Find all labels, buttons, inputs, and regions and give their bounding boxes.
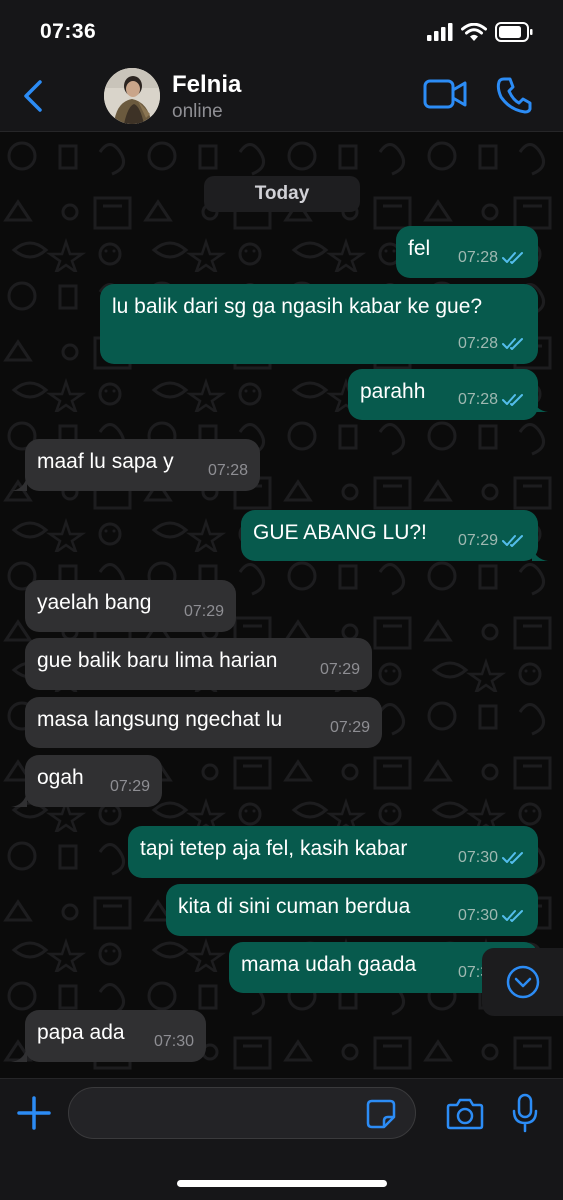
double-check-read-icon xyxy=(502,338,523,350)
scroll-to-bottom-button[interactable] xyxy=(482,948,563,1016)
message-time: 07:28 xyxy=(457,249,498,266)
message-bubble-incoming[interactable]: yaelah bang 07:29 xyxy=(25,580,236,632)
message-bubble-outgoing[interactable]: fel 07:28 xyxy=(396,226,538,278)
phone-icon[interactable] xyxy=(496,76,532,114)
message-text: ogah xyxy=(37,766,84,789)
message-meta: 07:28 xyxy=(208,458,248,484)
wifi-icon xyxy=(461,22,487,41)
message-meta: 07:30 xyxy=(154,1029,194,1055)
contact-status: online xyxy=(172,101,223,122)
message-text: GUE ABANG LU?! xyxy=(253,521,427,544)
message-bubble-incoming[interactable]: ogah 07:29 xyxy=(25,755,162,807)
message-bubble-incoming[interactable]: maaf lu sapa y 07:28 xyxy=(25,439,260,491)
message-bubble-outgoing[interactable]: lu balik dari sg ga ngasih kabar ke gue?… xyxy=(100,284,538,364)
message-time: 07:28 xyxy=(457,335,498,352)
bubble-tail xyxy=(11,475,27,491)
message-bubble-incoming[interactable]: gue balik baru lima harian 07:29 xyxy=(25,638,372,690)
message-text: lu balik dari sg ga ngasih kabar ke gue? xyxy=(112,295,483,318)
message-meta: 07:28 xyxy=(458,245,526,271)
double-check-read-icon xyxy=(502,535,523,547)
message-meta: 07:29 xyxy=(110,774,150,800)
bubble-tail xyxy=(532,396,548,412)
message-time: 07:29 xyxy=(319,661,360,678)
bubble-tail xyxy=(532,545,548,561)
message-meta: 07:29 xyxy=(458,528,526,554)
home-indicator xyxy=(177,1180,387,1187)
battery-icon xyxy=(495,22,533,42)
message-text: tapi tetep aja fel, kasih kabar xyxy=(140,837,408,860)
contact-avatar[interactable] xyxy=(104,68,160,124)
signal-icon xyxy=(427,23,453,41)
message-time: 07:29 xyxy=(183,603,224,620)
bubble-tail xyxy=(11,791,27,807)
contact-name[interactable]: Felnia xyxy=(172,71,241,99)
message-bubble-incoming[interactable]: masa langsung ngechat lu 07:29 xyxy=(25,697,382,748)
sticker-icon[interactable] xyxy=(366,1099,396,1129)
message-text: masa langsung ngechat lu xyxy=(37,708,283,731)
message-input-bar xyxy=(0,1078,563,1200)
message-time: 07:29 xyxy=(109,778,150,795)
double-check-read-icon xyxy=(502,852,523,864)
chevron-down-circle-icon xyxy=(506,965,539,999)
chat-area[interactable]: Today fel 07:28 lu balik dari sg ga ngas… xyxy=(0,132,563,1078)
message-meta: 07:30 xyxy=(458,845,526,871)
message-bubble-outgoing[interactable]: kita di sini cuman berdua 07:30 xyxy=(166,884,538,936)
message-meta: 07:28 xyxy=(458,331,526,357)
message-time: 07:28 xyxy=(207,462,248,479)
message-time: 07:29 xyxy=(457,532,498,549)
camera-icon[interactable] xyxy=(446,1097,484,1131)
video-call-icon[interactable] xyxy=(423,76,467,112)
date-separator: Today xyxy=(204,176,360,212)
message-text: fel xyxy=(408,237,431,260)
message-meta: 07:29 xyxy=(330,715,370,741)
message-time: 07:30 xyxy=(153,1033,194,1050)
message-input[interactable] xyxy=(68,1087,416,1139)
message-meta: 07:29 xyxy=(184,599,224,625)
message-bubble-outgoing[interactable]: parahh 07:28 xyxy=(348,369,538,420)
message-bubble-outgoing[interactable]: tapi tetep aja fel, kasih kabar 07:30 xyxy=(128,826,538,878)
status-time: 07:36 xyxy=(40,20,97,43)
message-text: papa ada xyxy=(37,1021,125,1044)
message-meta: 07:30 xyxy=(458,903,526,929)
microphone-icon[interactable] xyxy=(511,1093,539,1133)
message-text: parahh xyxy=(360,380,426,403)
message-text: kita di sini cuman berdua xyxy=(178,895,411,918)
message-time: 07:30 xyxy=(457,849,498,866)
message-time: 07:30 xyxy=(457,907,498,924)
double-check-read-icon xyxy=(502,252,523,264)
message-bubble-outgoing[interactable]: GUE ABANG LU?! 07:29 xyxy=(241,510,538,561)
message-text: mama udah gaada xyxy=(241,953,417,976)
message-text: maaf lu sapa y xyxy=(37,450,174,473)
message-bubble-incoming[interactable]: papa ada 07:30 xyxy=(25,1010,206,1062)
status-icons xyxy=(427,22,533,42)
message-meta: 07:28 xyxy=(458,387,526,413)
message-text: yaelah bang xyxy=(37,591,152,614)
back-chevron-icon[interactable] xyxy=(18,78,50,114)
plus-icon[interactable] xyxy=(16,1095,52,1131)
double-check-read-icon xyxy=(502,394,523,406)
bubble-tail xyxy=(11,1046,27,1062)
message-time: 07:29 xyxy=(329,719,370,736)
message-meta: 07:29 xyxy=(320,657,360,683)
message-text: gue balik baru lima harian xyxy=(37,649,278,672)
chat-header: Felnia online xyxy=(0,58,563,132)
status-bar: 07:36 xyxy=(0,0,563,58)
double-check-read-icon xyxy=(502,910,523,922)
message-time: 07:28 xyxy=(457,391,498,408)
